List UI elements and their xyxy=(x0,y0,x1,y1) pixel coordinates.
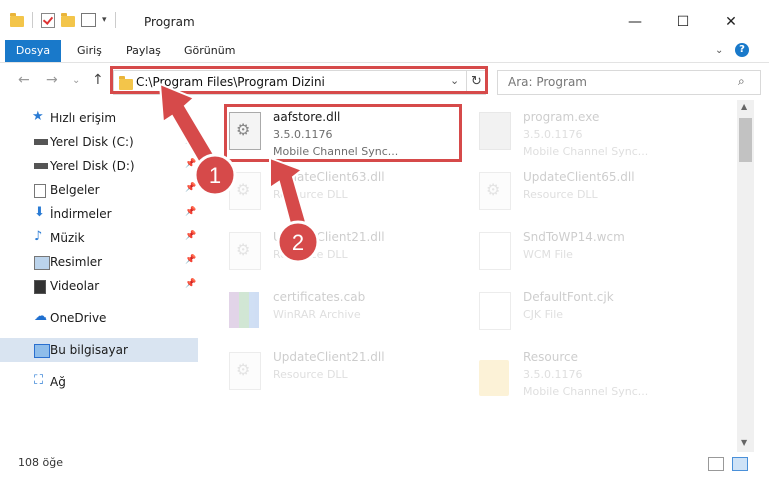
annotation-arrows: 1 2 xyxy=(158,82,320,264)
marker-2-label: 2 xyxy=(292,230,304,255)
marker-1-label: 1 xyxy=(209,163,221,188)
arrow-2-shape xyxy=(269,156,308,229)
